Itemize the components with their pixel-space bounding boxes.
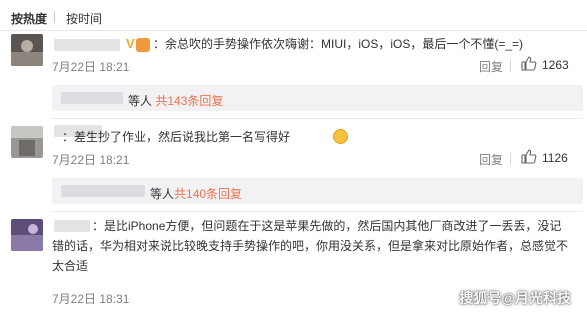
thumbs-up-icon [521,149,537,164]
reply-count-link[interactable]: 共143条回复 [155,94,223,108]
comment-time: 7月22日 18:31 [52,292,130,306]
comment-time: 7月22日 18:21 [52,60,130,74]
reply-thread-label: 等人共140条回复 [150,187,243,201]
sort-bar: 按热度 按时间 [0,0,587,31]
watermark: 搜狐号@月光科技 [459,290,571,306]
comment-time: 7月22日 18:21 [52,153,130,167]
reply-thread-preview[interactable]: 等人共140条回复 [52,178,583,204]
avatar[interactable] [11,219,43,251]
reply-avatar-blurred [61,185,145,197]
avatar[interactable] [11,126,43,158]
avatar[interactable] [11,34,43,66]
sort-by-time-tab[interactable]: 按时间 [66,10,102,27]
like-button[interactable] [521,149,537,167]
reply-thread-label: 等人 共143条回复 [128,94,224,108]
member-badge-icon [136,38,150,52]
comment-divider [52,211,583,212]
thumbs-up-icon [521,56,537,71]
comment-text: ：是比iPhone方便，但问题在于这是苹果先做的，然后国内其他厂商改进了一丢丢，… [52,219,569,273]
emoji-icon [333,129,348,144]
reply-button[interactable]: 回复 [479,151,503,168]
comment-divider [52,118,583,119]
reply-thread-preview[interactable]: 等人 共143条回复 [52,85,583,111]
like-button[interactable] [521,56,537,74]
reply-avatar-blurred [61,92,123,104]
sort-divider [54,11,55,23]
like-count: 1263 [542,58,569,72]
comment-text: ：差生抄了作业，然后说我比第一名写得好 [62,130,291,144]
like-count: 1126 [542,151,568,165]
reply-count-link[interactable]: 共140条回复 [174,187,242,201]
username-blurred[interactable] [54,39,120,51]
action-divider [510,153,511,165]
verified-badge-icon: V [126,36,135,51]
reply-button[interactable]: 回复 [479,58,503,75]
action-divider [510,60,511,72]
sort-by-hot-tab[interactable]: 按热度 [11,10,47,27]
comment-text: ：余总吹的手势操作依次嗨谢：MIUI，iOS，iOS，最后一个不懂(=_=) [153,37,524,51]
